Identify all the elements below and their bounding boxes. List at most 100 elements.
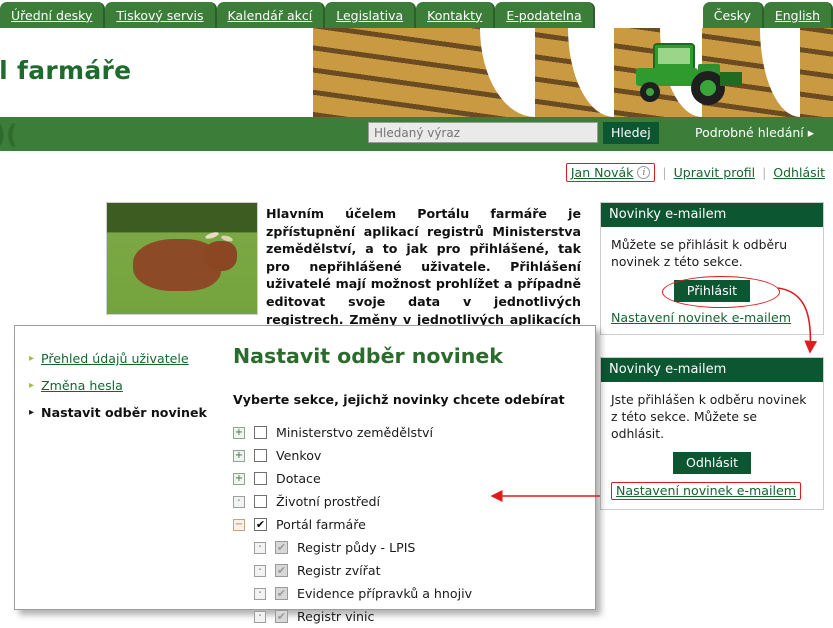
tree-item-label: Registr zvířat: [297, 563, 381, 578]
news-subscription-box-1: Novinky e-mailem Můžete se přihlásit k o…: [600, 202, 824, 335]
nav-tab-label: Úřední desky: [11, 7, 93, 23]
search-box: Hledej: [362, 117, 670, 148]
logout-link[interactable]: Odhlásit: [773, 165, 825, 180]
nav-tab-tiskovy-servis[interactable]: Tiskový servis: [105, 2, 217, 28]
nav-tab-label: Kontakty: [427, 7, 483, 23]
news-settings-link-2[interactable]: Nastavení novinek e-mailem: [616, 483, 796, 498]
nav-tab-kontakty[interactable]: Kontakty: [416, 2, 496, 28]
checkbox-checked-disabled: ✔: [275, 610, 288, 623]
news-button-row: Odhlásit: [611, 452, 813, 474]
tree-row[interactable]: · ✔ Registr zvířat: [233, 559, 583, 582]
panel-main: Nastavit odběr novinek Vyberte sekce, je…: [233, 344, 583, 628]
site-banner: ál farmáře: [0, 28, 833, 117]
nav-tab-legislativa[interactable]: Legislativa: [325, 2, 417, 28]
tree-item-label: Ministerstvo zemědělství: [276, 425, 433, 440]
tree-row[interactable]: · ✔ Registr vinic: [233, 605, 583, 628]
tree-row[interactable]: − ✔ Portál farmáře: [233, 513, 583, 536]
user-bar: Jan Novák i | Upravit profil | Odhlásit: [565, 163, 825, 182]
news-box-text: Můžete se přihlásit k odběru novinek z t…: [611, 237, 788, 269]
tree-row[interactable]: + Ministerstvo zemědělství: [233, 421, 583, 444]
arrow-bullet-icon: ▸: [29, 407, 35, 418]
leaf-dot-icon: ·: [254, 564, 266, 577]
collapse-minus-icon[interactable]: −: [233, 518, 245, 531]
news-box-text: Jste přihlášen k odběru novinek z této s…: [611, 392, 807, 441]
panel-sidebar: ▸ Přehled údajů uživatele ▸ Změna hesla …: [29, 351, 219, 432]
expand-plus-icon[interactable]: +: [233, 426, 245, 439]
tree-row[interactable]: + Dotace: [233, 467, 583, 490]
arrow-bullet-icon: ▸: [29, 380, 35, 391]
tree-row[interactable]: · ✔ Evidence přípravků a hnojiv: [233, 582, 583, 605]
tree-item-label: Portál farmáře: [276, 517, 366, 532]
checkbox-checked-disabled: ✔: [275, 541, 288, 554]
tree-item-label: Evidence přípravků a hnojiv: [297, 586, 473, 601]
tree-item-label: Životní prostředí: [276, 494, 380, 509]
sidebar-item-prehled-udaju[interactable]: ▸ Přehled údajů uživatele: [29, 351, 219, 366]
divider: |: [762, 165, 767, 180]
page-title: ál farmáře: [0, 56, 132, 85]
checkbox-checked[interactable]: ✔: [254, 518, 267, 531]
expand-plus-icon[interactable]: +: [233, 472, 245, 485]
panel-subtitle: Vyberte sekce, jejichž novinky chcete od…: [233, 392, 565, 407]
search-input[interactable]: [368, 122, 598, 143]
tractor-icon: [636, 43, 742, 105]
checkbox-checked-disabled: ✔: [275, 587, 288, 600]
unsubscribe-button[interactable]: Odhlásit: [672, 452, 752, 474]
sidebar-item-label: Nastavit odběr novinek: [41, 405, 207, 420]
tree-row[interactable]: + Venkov: [233, 444, 583, 467]
panel-title: Nastavit odběr novinek: [233, 344, 503, 368]
cow-head: [203, 241, 237, 271]
checkbox-unchecked[interactable]: [254, 472, 267, 485]
sidebar-item-zmena-hesla[interactable]: ▸ Změna hesla: [29, 378, 219, 393]
checkbox-unchecked[interactable]: [254, 449, 267, 462]
expand-plus-icon[interactable]: +: [233, 449, 245, 462]
username-annotation-box: Jan Novák i: [565, 163, 656, 182]
tree-item-label: Dotace: [276, 471, 321, 486]
divider: |: [662, 165, 667, 180]
news-box-header: Novinky e-mailem: [601, 358, 823, 382]
nav-tab-label: Tiskový servis: [116, 7, 204, 23]
news-settings-annotation-box: Nastavení novinek e-mailem: [611, 482, 801, 500]
sidebar-item-label[interactable]: Změna hesla: [41, 378, 123, 393]
info-icon[interactable]: i: [637, 166, 651, 179]
tree-item-label: Venkov: [276, 448, 322, 463]
lang-label-en: English: [774, 7, 820, 23]
news-box-header: Novinky e-mailem: [601, 203, 823, 227]
advanced-search-link[interactable]: Podrobné hledání ▸: [676, 117, 833, 148]
nav-tab-uredni-desky[interactable]: Úřední desky: [0, 2, 106, 28]
lang-switch-en[interactable]: English: [763, 2, 833, 28]
lang-label-cs: Česky: [713, 7, 751, 23]
nav-tab-label: E-podatelna: [506, 7, 582, 23]
leaf-dot-icon: ·: [233, 495, 245, 508]
annotation-ellipse-subscribe: [662, 276, 780, 308]
leaf-dot-icon: ·: [254, 587, 266, 600]
cow-photo: [106, 202, 258, 315]
nav-tab-label: Legislativa: [336, 7, 404, 23]
leaf-dot-icon: ·: [254, 541, 266, 554]
nav-tab-e-podatelna[interactable]: E-podatelna: [495, 2, 595, 28]
news-subscription-box-2: Novinky e-mailem Jste přihlášen k odběru…: [600, 357, 824, 510]
checkbox-unchecked[interactable]: [254, 495, 267, 508]
lang-switch-cs[interactable]: Česky: [702, 2, 764, 28]
news-box-body: Jste přihlášen k odběru novinek z této s…: [601, 382, 823, 509]
tree-item-label: Registr vinic: [297, 609, 375, 624]
nav-tab-label: Kalendář akcí: [227, 7, 313, 23]
edit-profile-link[interactable]: Upravit profil: [674, 165, 755, 180]
nav-tab-kalendar-akci[interactable]: Kalendář akcí: [216, 2, 326, 28]
top-navigation: Úřední desky Tiskový servis Kalendář akc…: [0, 0, 833, 28]
search-button[interactable]: Hledej: [603, 121, 659, 144]
nav-tab-list: Úřední desky Tiskový servis Kalendář akc…: [0, 0, 833, 28]
leaf-dot-icon: ·: [254, 610, 266, 623]
sidebar-item-label[interactable]: Přehled údajů uživatele: [41, 351, 189, 366]
news-settings-link-1[interactable]: Nastavení novinek e-mailem: [611, 310, 791, 325]
settings-panel: ▸ Přehled údajů uživatele ▸ Změna hesla …: [14, 325, 596, 624]
username-link[interactable]: Jan Novák: [571, 165, 634, 180]
tree-row[interactable]: · ✔ Registr půdy - LPIS: [233, 536, 583, 559]
checkbox-checked-disabled: ✔: [275, 564, 288, 577]
sidebar-item-nastavit-odber[interactable]: ▸ Nastavit odběr novinek: [29, 405, 219, 420]
tree-item-label: Registr půdy - LPIS: [297, 540, 416, 555]
tree-row[interactable]: · Životní prostředí: [233, 490, 583, 513]
checkbox-unchecked[interactable]: [254, 426, 267, 439]
cow-horn: [204, 230, 220, 241]
section-tree: + Ministerstvo zemědělství + Venkov + Do…: [233, 421, 583, 628]
